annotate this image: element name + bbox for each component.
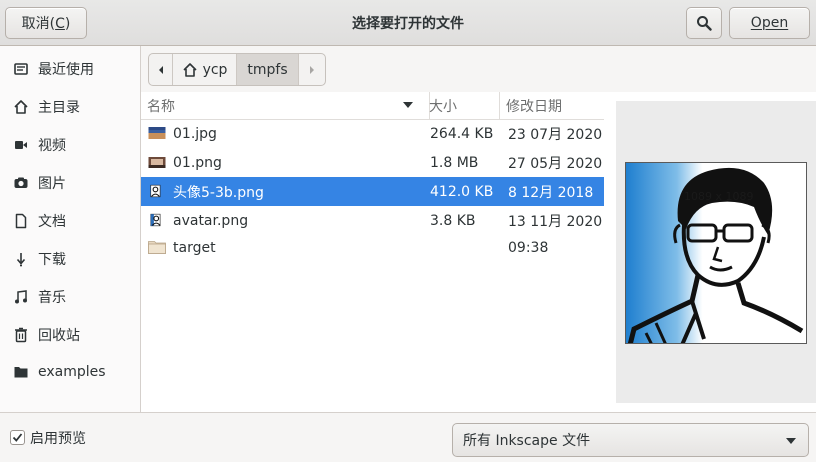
path-segment-label: tmpfs xyxy=(247,61,288,78)
sidebar-item-examples[interactable]: examples xyxy=(0,354,140,390)
image-icon xyxy=(148,157,166,168)
enable-preview-checkbox[interactable] xyxy=(10,430,25,445)
file-type-filter-value: 所有 Inkscape 文件 xyxy=(463,433,591,449)
image-icon xyxy=(150,184,161,198)
column-header-size[interactable]: 大小 xyxy=(429,92,499,120)
file-size: 3.8 KB xyxy=(430,212,476,229)
file-name: 头像5-3b.png xyxy=(173,184,264,201)
file-modified: 13 11月 2020 xyxy=(508,213,603,230)
path-scroll-right-button[interactable] xyxy=(299,54,325,85)
cancel-button-label: 取消(C) xyxy=(21,16,71,32)
sidebar-item-videos[interactable]: 视频 xyxy=(0,127,140,163)
sidebar-item-label: 图片 xyxy=(38,176,66,192)
document-icon xyxy=(0,213,38,229)
trash-icon xyxy=(0,327,38,343)
sidebar-item-label: 回收站 xyxy=(38,328,80,344)
file-name: 01.jpg xyxy=(173,125,217,142)
download-icon xyxy=(0,251,38,267)
sidebar-item-trash[interactable]: 回收站 xyxy=(0,317,140,353)
file-name: avatar.png xyxy=(173,212,249,229)
sidebar-item-label: examples xyxy=(38,364,106,380)
dialog-title: 选择要打开的文件 xyxy=(352,16,464,32)
chevron-left-icon xyxy=(158,65,163,74)
file-row[interactable]: target 09:38 xyxy=(141,233,604,262)
places-sidebar: 最近使用 主目录 视频 图片 文档 下载 音乐 回收站 examples xyxy=(0,46,141,412)
camera-icon xyxy=(0,175,38,191)
file-modified: 23 07月 2020 xyxy=(508,126,603,143)
sidebar-item-pictures[interactable]: 图片 xyxy=(0,165,140,201)
file-row[interactable]: avatar.png 3.8 KB 13 11月 2020 xyxy=(141,206,604,235)
folder-icon xyxy=(148,241,166,254)
folder-icon xyxy=(0,364,38,380)
open-button[interactable]: Open xyxy=(729,7,810,39)
file-name: target xyxy=(173,239,216,256)
home-icon xyxy=(0,99,38,115)
file-modified: 27 05月 2020 xyxy=(508,155,603,172)
open-button-label: Open xyxy=(750,15,789,31)
path-segment-tmpfs[interactable]: tmpfs xyxy=(237,54,299,85)
file-size: 1.8 MB xyxy=(430,154,479,171)
file-list[interactable]: 名称 大小 修改日期 01.jpg 264.4 KB 23 07月 2020 0… xyxy=(141,92,604,412)
column-header-label: 修改日期 xyxy=(506,99,562,115)
path-segment-label: ycp xyxy=(202,61,228,78)
sidebar-item-label: 下载 xyxy=(38,252,66,268)
file-row[interactable]: 01.png 1.8 MB 27 05月 2020 xyxy=(141,148,604,177)
header-bar: 取消(C) 选择要打开的文件 Open xyxy=(0,0,816,46)
file-row[interactable]: 01.jpg 264.4 KB 23 07月 2020 xyxy=(141,119,604,148)
checkmark-icon xyxy=(12,433,23,442)
file-modified: 09:38 xyxy=(508,239,549,256)
sidebar-item-downloads[interactable]: 下载 xyxy=(0,241,140,277)
music-icon xyxy=(0,289,38,305)
file-row-selected[interactable]: 头像5-3b.png 412.0 KB 8 12月 2018 xyxy=(141,177,604,206)
image-dimensions-label: 1089 x 1089 xyxy=(684,190,754,203)
sidebar-item-label: 文档 xyxy=(38,214,66,230)
path-segment-home[interactable]: ycp xyxy=(173,54,237,85)
sidebar-item-label: 视频 xyxy=(38,138,66,154)
column-header-row: 名称 大小 修改日期 xyxy=(141,92,604,120)
enable-preview-label[interactable]: 启用预览 xyxy=(30,428,86,448)
path-bar: ycp tmpfs xyxy=(148,53,326,86)
sidebar-item-home[interactable]: 主目录 xyxy=(0,89,140,125)
file-type-filter-dropdown[interactable]: 所有 Inkscape 文件 xyxy=(452,423,809,457)
column-header-name[interactable]: 名称 xyxy=(147,92,421,120)
column-header-modified[interactable]: 修改日期 xyxy=(499,92,604,120)
search-button[interactable] xyxy=(686,7,722,39)
sidebar-item-recent[interactable]: 最近使用 xyxy=(0,51,140,87)
footer-bar: 启用预览 所有 Inkscape 文件 xyxy=(0,412,816,462)
sidebar-item-label: 音乐 xyxy=(38,290,66,306)
clock-icon xyxy=(0,61,38,77)
path-scroll-left-button[interactable] xyxy=(149,54,173,85)
chevron-right-icon xyxy=(310,65,314,74)
image-icon xyxy=(148,127,166,139)
video-icon xyxy=(0,137,38,153)
file-name: 01.png xyxy=(173,154,222,171)
file-modified: 8 12月 2018 xyxy=(508,184,594,201)
home-icon xyxy=(182,62,197,77)
column-header-label: 大小 xyxy=(429,99,457,115)
column-header-label: 名称 xyxy=(147,99,175,115)
sidebar-item-documents[interactable]: 文档 xyxy=(0,203,140,239)
cancel-button[interactable]: 取消(C) xyxy=(5,7,87,39)
chevron-down-icon xyxy=(786,438,796,444)
image-icon xyxy=(150,213,161,227)
file-size: 412.0 KB xyxy=(430,183,494,200)
search-icon xyxy=(697,16,712,31)
sidebar-item-music[interactable]: 音乐 xyxy=(0,279,140,315)
file-size: 264.4 KB xyxy=(430,125,494,142)
sidebar-item-label: 最近使用 xyxy=(38,62,94,78)
sidebar-item-label: 主目录 xyxy=(38,100,80,116)
sort-descending-icon xyxy=(403,102,413,108)
